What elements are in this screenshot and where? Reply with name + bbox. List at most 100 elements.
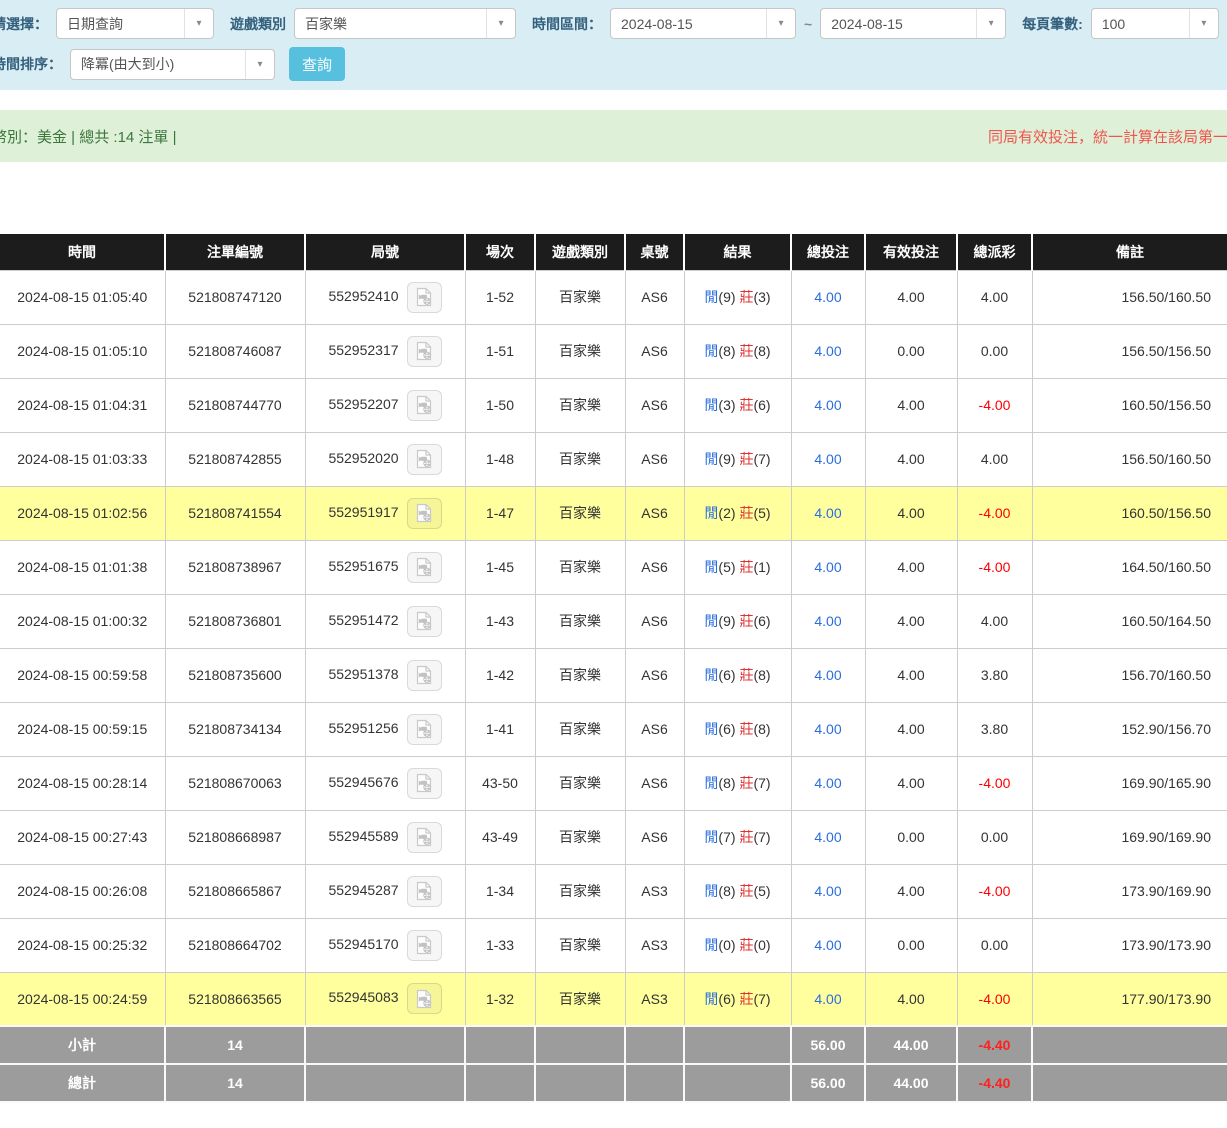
cell-time: 2024-08-15 00:28:14	[0, 756, 165, 810]
video-record-button[interactable]	[407, 336, 442, 367]
cell-total-bet: 4.00	[791, 864, 865, 918]
video-record-button[interactable]	[407, 660, 442, 691]
grand-total-row-total-bet: 56.00	[791, 1064, 865, 1102]
cell-result: 閒(9) 莊(3)	[684, 270, 791, 324]
video-record-button[interactable]	[407, 876, 442, 907]
chevron-down-icon[interactable]: ▾	[976, 9, 1005, 38]
cell-valid-bet: 0.00	[865, 810, 957, 864]
video-record-button[interactable]	[407, 930, 442, 961]
cell-game-type: 百家樂	[535, 864, 625, 918]
query-type-select[interactable]: 日期查詢 ▾	[56, 8, 214, 39]
total-bet-link[interactable]: 4.00	[814, 775, 841, 791]
cell-total-bet: 4.00	[791, 486, 865, 540]
chevron-down-icon[interactable]: ▾	[766, 9, 795, 38]
cell-bet-id: 521808744770	[165, 378, 305, 432]
total-bet-link[interactable]: 4.00	[814, 343, 841, 359]
column-header-3: 場次	[465, 234, 535, 270]
cell-result: 閒(0) 莊(0)	[684, 918, 791, 972]
subtotal-row-payout: -4.40	[957, 1026, 1032, 1064]
date-from-select[interactable]: 2024-08-15 ▾	[610, 8, 796, 39]
sort-order-value: 降冪(由大到小)	[71, 50, 245, 79]
round-id-text: 552945083	[328, 989, 398, 1005]
total-bet-link[interactable]: 4.00	[814, 505, 841, 521]
video-record-button[interactable]	[407, 390, 442, 421]
video-record-button[interactable]	[407, 606, 442, 637]
video-record-button[interactable]	[407, 768, 442, 799]
sort-order-select[interactable]: 降冪(由大到小) ▾	[70, 49, 275, 80]
player-result-label: 閒	[704, 397, 718, 413]
chevron-down-icon[interactable]: ▾	[486, 9, 515, 38]
subtotal-row-valid-bet: 44.00	[865, 1026, 957, 1064]
page-size-select[interactable]: 100 ▾	[1091, 8, 1219, 39]
cell-round-id: 552951378	[305, 648, 465, 702]
total-bet-link[interactable]: 4.00	[814, 451, 841, 467]
cell-table-no: AS6	[625, 540, 684, 594]
date-to-select[interactable]: 2024-08-15 ▾	[820, 8, 1006, 39]
query-button[interactable]: 查詢	[289, 47, 345, 81]
total-bet-link[interactable]: 4.00	[814, 613, 841, 629]
round-id-text: 552945589	[328, 828, 398, 844]
game-type-select[interactable]: 百家樂 ▾	[294, 8, 516, 39]
video-record-icon	[414, 395, 434, 415]
video-record-button[interactable]	[407, 498, 442, 529]
banker-result-label: 莊	[739, 289, 753, 305]
grand-total-row-remark	[1032, 1064, 1227, 1102]
cell-time: 2024-08-15 01:02:56	[0, 486, 165, 540]
banker-result-label: 莊	[739, 667, 753, 683]
video-record-icon	[414, 773, 434, 793]
round-id-text: 552945287	[328, 882, 398, 898]
total-bet-link[interactable]: 4.00	[814, 397, 841, 413]
cell-remark: 177.90/173.90	[1032, 972, 1227, 1026]
banker-result-label: 莊	[739, 775, 753, 791]
video-record-button[interactable]	[407, 714, 442, 745]
banker-result-label: 莊	[739, 397, 753, 413]
cell-round-id: 552952317	[305, 324, 465, 378]
chevron-down-icon[interactable]: ▾	[184, 9, 213, 38]
page-size-label: 每頁筆數:	[1022, 14, 1083, 34]
cell-payout: 3.80	[957, 702, 1032, 756]
select-type-label: 請選擇：	[0, 14, 48, 34]
player-result-value: (2)	[718, 505, 735, 521]
cell-round-id: 552952410	[305, 270, 465, 324]
video-record-button[interactable]	[407, 552, 442, 583]
chevron-down-icon[interactable]: ▾	[1189, 9, 1218, 38]
total-bet-link[interactable]: 4.00	[814, 883, 841, 899]
subtotal-row-empty	[684, 1026, 791, 1064]
banker-result-value: (8)	[753, 667, 770, 683]
cell-bet-id: 521808734134	[165, 702, 305, 756]
cell-game-type: 百家樂	[535, 270, 625, 324]
grand-total-row-count: 14	[165, 1064, 305, 1102]
chevron-down-icon[interactable]: ▾	[245, 50, 274, 79]
total-bet-link[interactable]: 4.00	[814, 721, 841, 737]
cell-valid-bet: 4.00	[865, 756, 957, 810]
banker-result-label: 莊	[739, 991, 753, 1007]
player-result-label: 閒	[704, 667, 718, 683]
same-round-notice-text: 同局有效投注，統一計算在該局第一張	[988, 126, 1227, 147]
cell-payout: 0.00	[957, 810, 1032, 864]
video-record-button[interactable]	[407, 282, 442, 313]
total-bet-link[interactable]: 4.00	[814, 559, 841, 575]
tilde-separator: ~	[804, 16, 812, 32]
cell-session: 1-47	[465, 486, 535, 540]
video-record-button[interactable]	[407, 444, 442, 475]
video-record-button[interactable]	[407, 822, 442, 853]
cell-result: 閒(7) 莊(7)	[684, 810, 791, 864]
cell-valid-bet: 4.00	[865, 594, 957, 648]
total-bet-link[interactable]: 4.00	[814, 829, 841, 845]
video-record-icon	[414, 719, 434, 739]
total-bet-link[interactable]: 4.00	[814, 937, 841, 953]
column-header-0: 時間	[0, 234, 165, 270]
total-bet-link[interactable]: 4.00	[814, 667, 841, 683]
cell-round-id: 552951256	[305, 702, 465, 756]
cell-game-type: 百家樂	[535, 324, 625, 378]
cell-remark: 160.50/156.50	[1032, 486, 1227, 540]
total-bet-link[interactable]: 4.00	[814, 991, 841, 1007]
cell-game-type: 百家樂	[535, 918, 625, 972]
banker-result-label: 莊	[739, 559, 753, 575]
banker-result-value: (7)	[753, 829, 770, 845]
total-bet-link[interactable]: 4.00	[814, 289, 841, 305]
subtotal-row-empty	[305, 1026, 465, 1064]
cell-game-type: 百家樂	[535, 702, 625, 756]
grand-total-row-payout: -4.40	[957, 1064, 1032, 1102]
video-record-button[interactable]	[407, 983, 442, 1014]
